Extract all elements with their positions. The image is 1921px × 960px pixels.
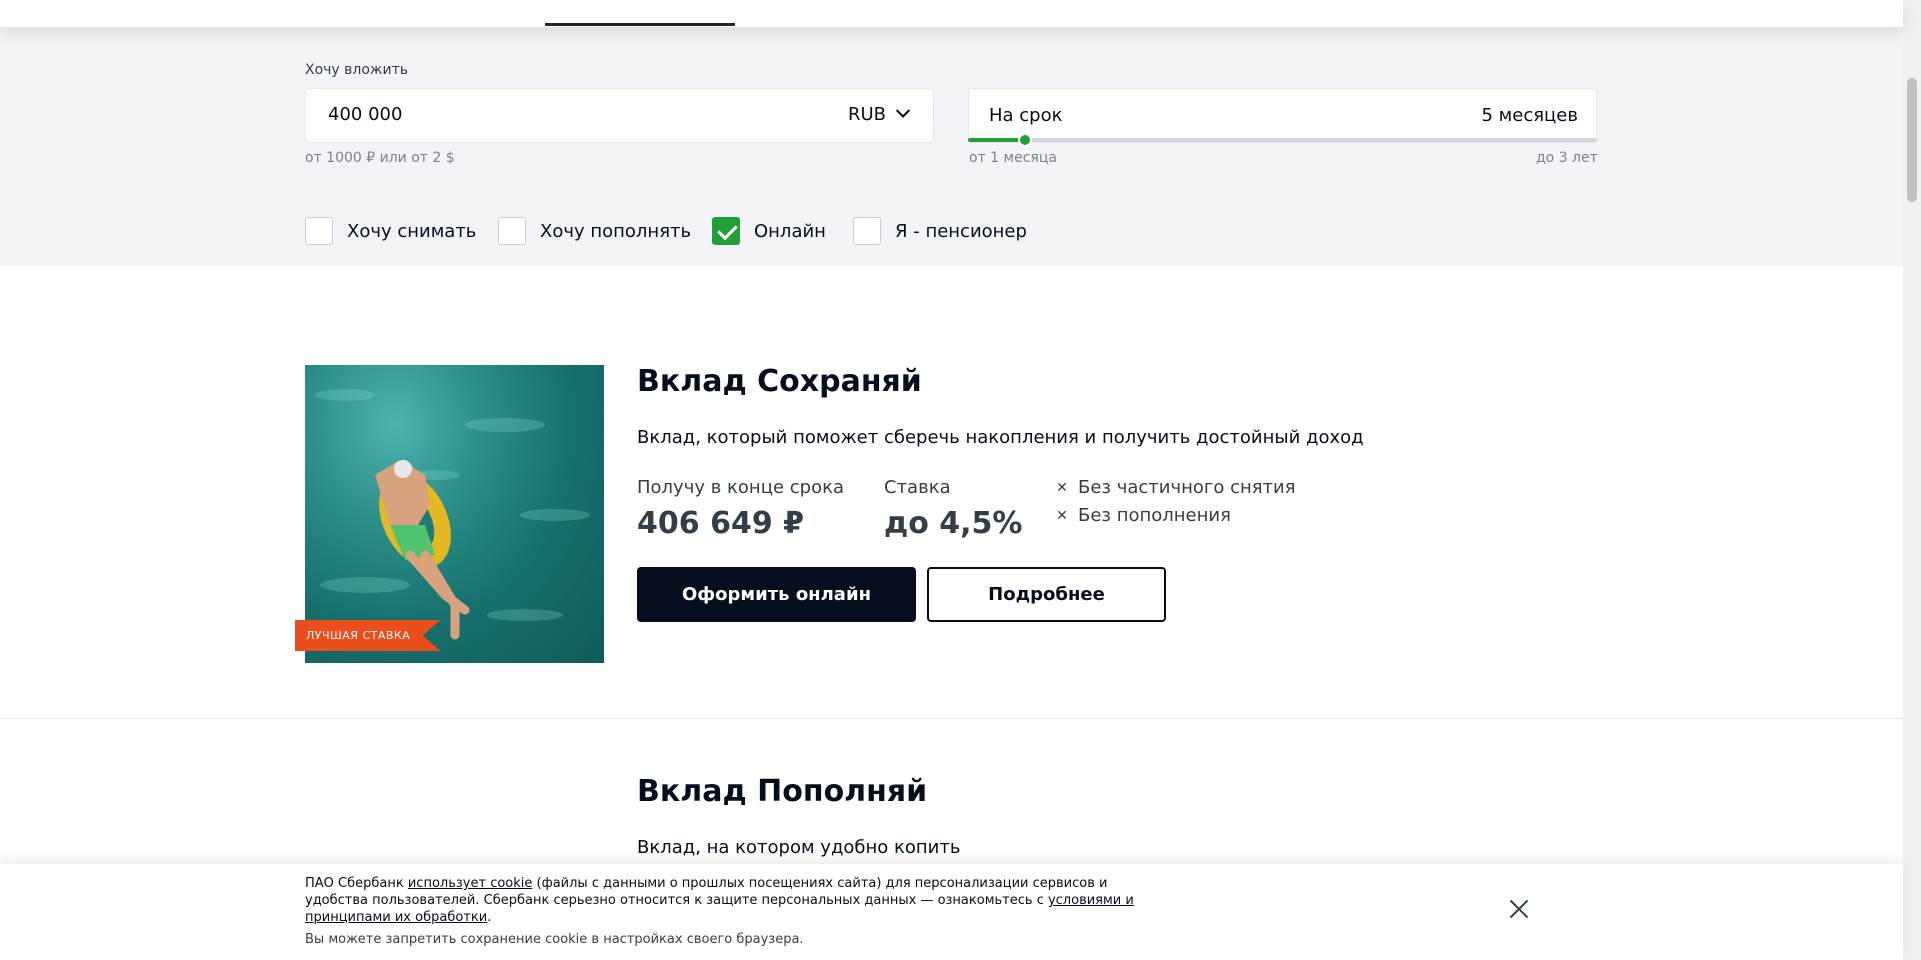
option-pensioner[interactable]: Я - пенсионер	[853, 217, 1027, 245]
invest-label: Хочу вложить	[305, 62, 409, 78]
option-replenish-label: Хочу пополнять	[540, 220, 692, 242]
product-description: Вклад, который поможет сберечь накоплени…	[637, 427, 1364, 448]
option-pensioner-label: Я - пенсионер	[895, 220, 1027, 242]
checkbox-replenish[interactable]	[498, 217, 526, 245]
amount-input[interactable]: 400 000 RUB	[305, 88, 934, 143]
feature-item: ✕ Без частичного снятия	[1056, 477, 1296, 498]
income-label: Получу в конце срока	[637, 477, 844, 498]
cookie-text-part: ПАО Сбербанк	[305, 876, 408, 891]
option-replenish[interactable]: Хочу пополнять	[498, 217, 691, 245]
option-online[interactable]: Онлайн	[712, 217, 826, 245]
cookie-text-part: .	[487, 910, 492, 925]
currency-select[interactable]: RUB	[848, 103, 911, 125]
product-title: Вклад Сохраняй	[637, 364, 922, 399]
currency-value: RUB	[848, 104, 887, 125]
term-slider[interactable]	[968, 133, 1597, 147]
top-navigation-bar	[0, 0, 1903, 27]
amount-value[interactable]: 400 000	[328, 104, 402, 125]
feature-label: Без частичного снятия	[1078, 477, 1296, 498]
close-icon[interactable]	[1508, 898, 1530, 920]
feature-label: Без пополнения	[1078, 505, 1231, 526]
checkbox-withdraw[interactable]	[305, 217, 333, 245]
term-label: На срок	[989, 105, 1063, 126]
term-field[interactable]: На срок 5 месяцев	[968, 88, 1597, 143]
term-min-hint: от 1 месяца	[969, 150, 1057, 166]
feature-item: ✕ Без пополнения	[1056, 505, 1231, 526]
term-slider-fill	[968, 138, 1025, 142]
apply-online-button[interactable]: Оформить онлайн	[637, 567, 916, 622]
term-slider-handle[interactable]	[1017, 133, 1032, 147]
amount-hint: от 1000 ₽ или от 2 $	[305, 150, 455, 166]
scrollbar-thumb[interactable]	[1907, 78, 1917, 202]
option-withdraw-label: Хочу снимать	[347, 220, 477, 242]
cookie-note: Вы можете запретить сохранение cookie в …	[305, 932, 804, 947]
rate-label: Ставка	[884, 477, 951, 498]
active-tab-indicator	[545, 23, 735, 26]
details-button[interactable]: Подробнее	[927, 567, 1166, 622]
term-value: 5 месяцев	[1481, 105, 1579, 126]
checkbox-pensioner[interactable]	[853, 217, 881, 245]
income-value: 406 649 ₽	[637, 506, 805, 541]
term-max-hint: до 3 лет	[1536, 150, 1598, 166]
product-description: Вклад, на котором удобно копить	[637, 837, 961, 858]
cookie-text: ПАО Сбербанк использует cookie (файлы с …	[305, 875, 1135, 926]
chevron-down-icon	[895, 103, 911, 118]
option-online-label: Онлайн	[754, 220, 826, 242]
cross-icon: ✕	[1056, 507, 1068, 524]
product-title: Вклад Пополняй	[637, 774, 928, 809]
product-image-man-floating	[305, 365, 604, 663]
best-rate-badge: ЛУЧШАЯ СТАВКА	[295, 620, 441, 651]
option-withdraw[interactable]: Хочу снимать	[305, 217, 476, 245]
rate-value: до 4,5%	[884, 506, 1023, 541]
page-scrollbar[interactable]	[1903, 0, 1921, 960]
checkbox-online[interactable]	[712, 217, 740, 245]
cookie-policy-link[interactable]: использует cookie	[408, 876, 533, 891]
cookie-banner: ПАО Сбербанк использует cookie (файлы с …	[0, 864, 1903, 960]
product-divider	[0, 718, 1903, 719]
cross-icon: ✕	[1056, 479, 1068, 496]
